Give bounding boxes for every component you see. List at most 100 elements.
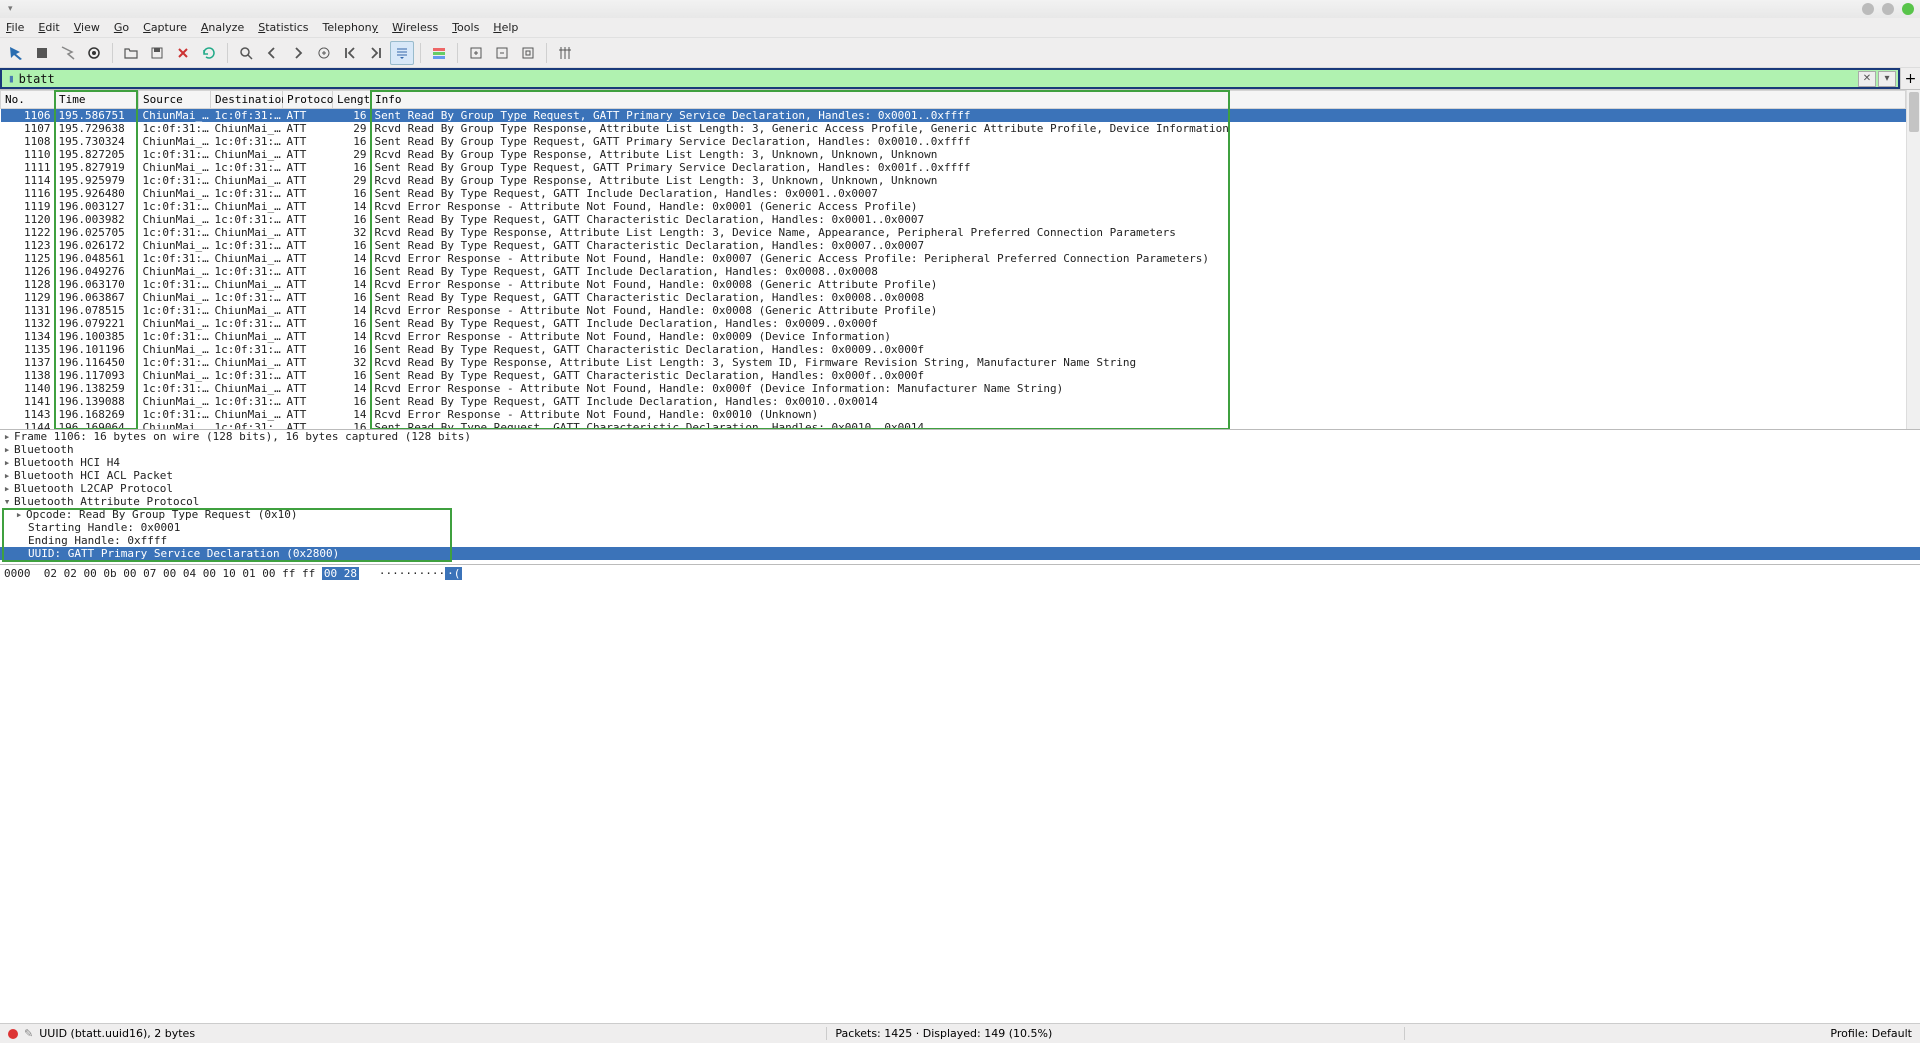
table-row[interactable]: 1116195.926480ChiunMai_…1c:0f:31:…ATT16S… <box>1 187 1906 200</box>
col-info[interactable]: Info <box>371 91 1906 109</box>
detail-end-handle[interactable]: Ending Handle: 0xffff <box>28 534 167 547</box>
go-last-button[interactable] <box>364 41 388 65</box>
expand-icon[interactable]: ▸ <box>2 469 12 482</box>
table-row[interactable]: 1126196.049276ChiunMai_…1c:0f:31:…ATT16S… <box>1 265 1906 278</box>
status-field-info: UUID (btatt.uuid16), 2 bytes <box>39 1027 195 1040</box>
table-row[interactable]: 1143196.1682691c:0f:31:…ChiunMai_…ATT14R… <box>1 408 1906 421</box>
table-row[interactable]: 1144196.169064ChiunMai_…1c:0f:31:…ATT16S… <box>1 421 1906 429</box>
go-first-button[interactable] <box>338 41 362 65</box>
capture-options-button[interactable] <box>82 41 106 65</box>
table-row[interactable]: 1128196.0631701c:0f:31:…ChiunMai_…ATT14R… <box>1 278 1906 291</box>
expand-icon[interactable]: ▸ <box>2 456 12 469</box>
detail-hci-h4[interactable]: Bluetooth HCI H4 <box>14 456 120 469</box>
start-capture-button[interactable] <box>4 41 28 65</box>
table-row[interactable]: 1114195.9259791c:0f:31:…ChiunMai_…ATT29R… <box>1 174 1906 187</box>
table-row[interactable]: 1107195.7296381c:0f:31:…ChiunMai_…ATT29R… <box>1 122 1906 135</box>
expand-icon[interactable]: ▸ <box>2 482 12 495</box>
colorize-button[interactable] <box>427 41 451 65</box>
detail-bluetooth[interactable]: Bluetooth <box>14 443 74 456</box>
bookmark-icon[interactable]: ▮ <box>8 72 15 85</box>
zoom-out-button[interactable] <box>490 41 514 65</box>
reload-button[interactable] <box>197 41 221 65</box>
table-row[interactable]: 1137196.1164501c:0f:31:…ChiunMai_…ATT32R… <box>1 356 1906 369</box>
expand-icon[interactable]: ▸ <box>2 443 12 456</box>
zoom-in-button[interactable] <box>464 41 488 65</box>
table-row[interactable]: 1110195.8272051c:0f:31:…ChiunMai_…ATT29R… <box>1 148 1906 161</box>
col-source[interactable]: Source <box>139 91 211 109</box>
table-row[interactable]: 1131196.0785151c:0f:31:…ChiunMai_…ATT14R… <box>1 304 1906 317</box>
col-protocol[interactable]: Protocol <box>283 91 333 109</box>
window-minimize-button[interactable] <box>1862 3 1874 15</box>
table-row[interactable]: 1138196.117093ChiunMai_…1c:0f:31:…ATT16S… <box>1 369 1906 382</box>
table-row[interactable]: 1141196.139088ChiunMai_…1c:0f:31:…ATT16S… <box>1 395 1906 408</box>
menu-telephony[interactable]: Telephony <box>323 21 379 34</box>
packet-details-pane[interactable]: ▸Frame 1106: 16 bytes on wire (128 bits)… <box>0 430 1920 565</box>
restart-capture-button[interactable] <box>56 41 80 65</box>
menu-wireless[interactable]: Wireless <box>392 21 438 34</box>
menu-capture[interactable]: Capture <box>143 21 187 34</box>
table-row[interactable]: 1119196.0031271c:0f:31:…ChiunMai_…ATT14R… <box>1 200 1906 213</box>
display-filter-bar: ▮ btatt ✕ ▾ + <box>0 68 1920 90</box>
table-row[interactable]: 1129196.063867ChiunMai_…1c:0f:31:…ATT16S… <box>1 291 1906 304</box>
auto-scroll-button[interactable] <box>390 41 414 65</box>
detail-hci-acl[interactable]: Bluetooth HCI ACL Packet <box>14 469 173 482</box>
table-row[interactable]: 1135196.101196ChiunMai_…1c:0f:31:…ATT16S… <box>1 343 1906 356</box>
menu-tools[interactable]: Tools <box>452 21 479 34</box>
detail-att[interactable]: Bluetooth Attribute Protocol <box>14 495 199 508</box>
capture-file-props-icon[interactable]: ✎ <box>24 1027 33 1040</box>
table-row[interactable]: 1111195.827919ChiunMai_…1c:0f:31:…ATT16S… <box>1 161 1906 174</box>
detail-start-handle[interactable]: Starting Handle: 0x0001 <box>28 521 180 534</box>
expand-icon[interactable]: ▸ <box>14 508 24 521</box>
statusbar: ✎ UUID (btatt.uuid16), 2 bytes Packets: … <box>0 1023 1920 1043</box>
save-file-button[interactable] <box>145 41 169 65</box>
detail-l2cap[interactable]: Bluetooth L2CAP Protocol <box>14 482 173 495</box>
window-close-button[interactable] <box>1902 3 1914 15</box>
go-to-packet-button[interactable] <box>312 41 336 65</box>
table-row[interactable]: 1125196.0485611c:0f:31:…ChiunMai_…ATT14R… <box>1 252 1906 265</box>
filter-add-button[interactable]: + <box>1900 68 1920 89</box>
resize-columns-button[interactable] <box>553 41 577 65</box>
table-row[interactable]: 1123196.026172ChiunMai_…1c:0f:31:…ATT16S… <box>1 239 1906 252</box>
detail-frame[interactable]: Frame 1106: 16 bytes on wire (128 bits),… <box>14 430 471 443</box>
table-row[interactable]: 1122196.0257051c:0f:31:…ChiunMai_…ATT32R… <box>1 226 1906 239</box>
table-row[interactable]: 1108195.730324ChiunMai_…1c:0f:31:…ATT16S… <box>1 135 1906 148</box>
col-length[interactable]: Length <box>333 91 371 109</box>
collapse-icon[interactable]: ▾ <box>2 495 12 508</box>
table-row[interactable]: 1106195.586751ChiunMai_…1c:0f:31:…ATT16S… <box>1 109 1906 123</box>
display-filter-input[interactable]: ▮ btatt <box>0 68 1856 89</box>
stop-capture-button[interactable] <box>30 41 54 65</box>
packet-list-header[interactable]: No. Time Source Destination Protocol Len… <box>1 91 1906 109</box>
close-file-button[interactable] <box>171 41 195 65</box>
packet-list-scrollbar[interactable] <box>1906 90 1920 429</box>
menu-go[interactable]: Go <box>114 21 129 34</box>
menu-view[interactable]: View <box>74 21 100 34</box>
packet-bytes-pane[interactable]: 0000 02 02 00 0b 00 07 00 04 00 10 01 00… <box>0 565 1920 1023</box>
status-profile[interactable]: Profile: Default <box>1830 1027 1912 1040</box>
menu-file[interactable]: File <box>6 21 24 34</box>
table-row[interactable]: 1132196.079221ChiunMai_…1c:0f:31:…ATT16S… <box>1 317 1906 330</box>
col-destination[interactable]: Destination <box>211 91 283 109</box>
go-forward-button[interactable] <box>286 41 310 65</box>
open-file-button[interactable] <box>119 41 143 65</box>
hex-ascii-selected: ·( <box>445 567 462 580</box>
table-row[interactable]: 1140196.1382591c:0f:31:…ChiunMai_…ATT14R… <box>1 382 1906 395</box>
col-no[interactable]: No. <box>1 91 55 109</box>
col-time[interactable]: Time <box>55 91 139 109</box>
table-row[interactable]: 1134196.1003851c:0f:31:…ChiunMai_…ATT14R… <box>1 330 1906 343</box>
menu-help[interactable]: Help <box>493 21 518 34</box>
detail-uuid[interactable]: UUID: GATT Primary Service Declaration (… <box>28 547 339 560</box>
menu-analyze[interactable]: Analyze <box>201 21 244 34</box>
zoom-reset-button[interactable] <box>516 41 540 65</box>
find-button[interactable] <box>234 41 258 65</box>
filter-apply-button[interactable]: ▾ <box>1878 71 1896 87</box>
detail-opcode[interactable]: Opcode: Read By Group Type Request (0x10… <box>26 508 298 521</box>
window-maximize-button[interactable] <box>1882 3 1894 15</box>
filter-clear-button[interactable]: ✕ <box>1858 71 1876 87</box>
expand-icon[interactable]: ▸ <box>2 430 12 443</box>
table-row[interactable]: 1120196.003982ChiunMai_…1c:0f:31:…ATT16S… <box>1 213 1906 226</box>
hex-offset: 0000 <box>4 567 31 580</box>
go-back-button[interactable] <box>260 41 284 65</box>
expert-info-icon[interactable] <box>8 1029 18 1039</box>
menu-edit[interactable]: Edit <box>38 21 59 34</box>
menu-statistics[interactable]: Statistics <box>258 21 308 34</box>
